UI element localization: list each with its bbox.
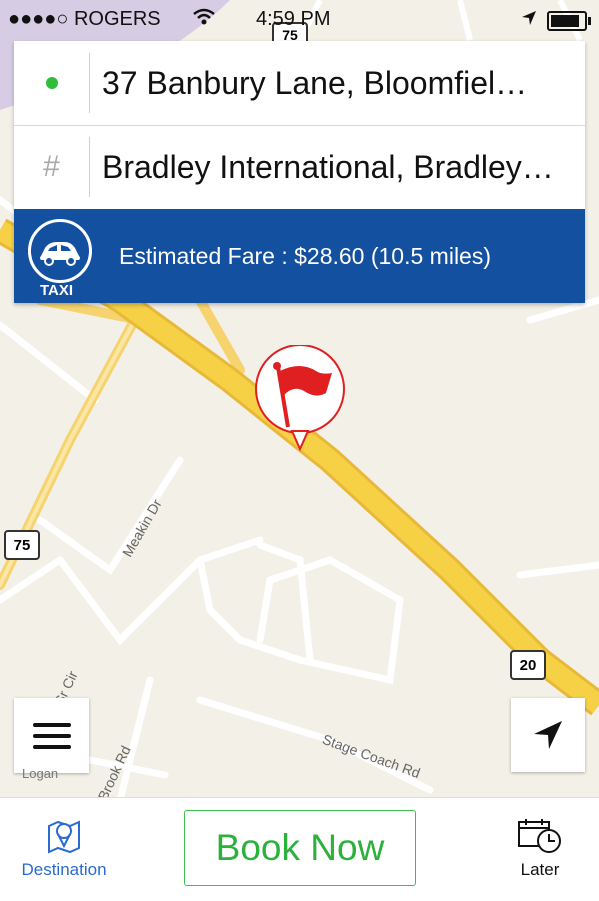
destination-row[interactable]: # Bradley International, Bradley… xyxy=(14,125,585,209)
taxi-icon xyxy=(28,219,92,283)
map-attribution: Logan xyxy=(22,766,59,781)
destination-tab-label: Destination xyxy=(21,860,107,879)
destination-pin[interactable] xyxy=(252,345,348,455)
clock-label: 4:59 PM xyxy=(256,8,331,30)
menu-icon xyxy=(32,722,71,727)
status-bar: ●●●●○ ROGERS 4:59 PM xyxy=(0,0,599,40)
pickup-marker xyxy=(14,41,89,125)
status-right xyxy=(521,9,591,32)
bottom-bar: Destination Book Now Later xyxy=(0,797,599,901)
menu-icon-line xyxy=(32,733,71,738)
carrier-label: ●●●●○ ROGERS xyxy=(8,8,161,30)
book-now-button[interactable]: Book Now xyxy=(184,810,416,886)
pickup-address[interactable]: 37 Banbury Lane, Bloomfiel… xyxy=(102,41,577,125)
pickup-row[interactable]: 37 Banbury Lane, Bloomfiel… xyxy=(14,41,585,126)
wifi-icon xyxy=(193,8,215,31)
later-tab[interactable]: Later xyxy=(500,818,580,880)
fare-banner: TAXI Estimated Fare : $28.60 (10.5 miles… xyxy=(14,209,585,303)
menu-button[interactable] xyxy=(14,698,89,773)
taxi-label: TAXI xyxy=(40,282,74,299)
destination-marker: # xyxy=(14,125,89,209)
flag-pin-icon xyxy=(255,345,345,452)
route-shield-75-left: 75 xyxy=(4,530,40,560)
navigation-arrow-icon xyxy=(534,721,562,749)
destination-tab[interactable]: Destination xyxy=(10,818,118,880)
route-shield-label: 20 xyxy=(519,656,537,674)
battery-icon xyxy=(547,10,591,31)
location-arrow-icon xyxy=(521,9,537,32)
route-shield-label: 75 xyxy=(13,536,31,554)
hash-icon: # xyxy=(43,150,60,183)
later-tab-label: Later xyxy=(520,860,560,879)
destination-divider xyxy=(89,137,90,197)
pickup-dot-icon xyxy=(45,77,58,89)
estimated-fare: Estimated Fare : $28.60 (10.5 miles) xyxy=(119,243,491,269)
destination-address[interactable]: Bradley International, Bradley… xyxy=(102,125,577,209)
locate-me-button[interactable] xyxy=(511,698,585,772)
pickup-divider xyxy=(89,53,90,113)
calendar-clock-icon xyxy=(518,819,561,853)
map-pin-icon xyxy=(48,820,80,854)
menu-icon-line xyxy=(32,744,71,749)
trip-card: 37 Banbury Lane, Bloomfiel… # Bradley In… xyxy=(14,41,585,303)
route-shield-20: 20 xyxy=(510,650,546,680)
